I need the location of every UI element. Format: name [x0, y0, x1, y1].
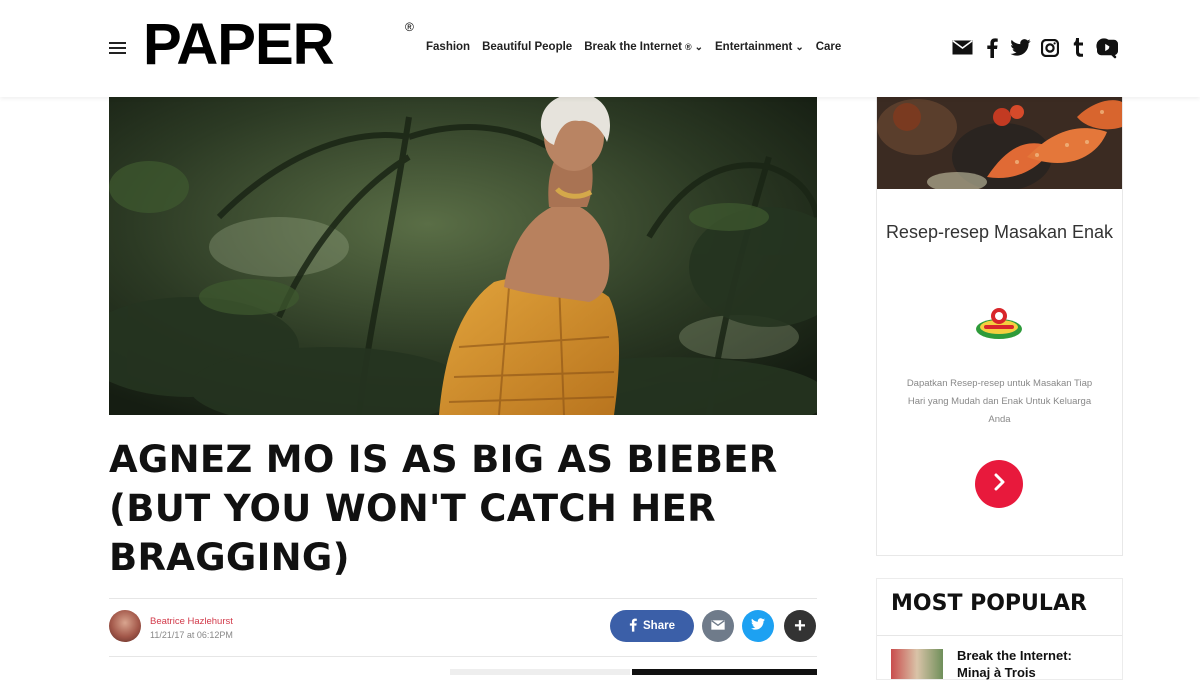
nav-item-fashion[interactable]: Fashion [426, 41, 470, 53]
ad-brand-logo [974, 307, 1024, 341]
chevron-down-icon: ⌄ [694, 41, 704, 53]
author-name[interactable]: Beatrice Hazlehurst [150, 616, 233, 627]
nav-label: Entertainment [715, 41, 793, 53]
registered-mark: ® [405, 20, 414, 34]
facebook-icon[interactable] [981, 37, 1002, 58]
nav-label: Break the Internet [584, 41, 682, 53]
facebook-icon [629, 618, 637, 635]
nav-label: Beautiful People [482, 41, 573, 53]
most-popular-title: MOST POPULAR [891, 591, 1087, 616]
plus-icon: + [794, 615, 806, 637]
article-headline: AGNEZ MO IS AS BIG AS BIEBER (BUT YOU WO… [109, 438, 778, 579]
nav-item-break-the-internet[interactable]: Break the Internet ® ⌄ [584, 41, 703, 53]
most-popular-widget: MOST POPULAR Break the Internet: Minaj à… [876, 578, 1123, 680]
ad-description: Dapatkan Resep-resep untuk Masakan Tiap … [906, 378, 1093, 425]
ad-food-image [877, 97, 1122, 189]
divider [877, 635, 1122, 636]
facebook-share-button[interactable]: Share [610, 610, 694, 642]
info-icon: ® [684, 42, 692, 52]
twitter-icon [751, 617, 765, 635]
email-share-button[interactable] [702, 610, 734, 642]
popular-item-link[interactable]: Break the Internet: Minaj à Trois [957, 647, 1107, 681]
social-links [952, 37, 1118, 58]
ad-cta-button[interactable] [975, 460, 1023, 508]
content-strip [632, 669, 817, 675]
content-strip [450, 669, 630, 675]
chevron-down-icon: ⌄ [795, 41, 804, 53]
hero-image [109, 97, 817, 415]
site-header: PAPER ® Fashion Beautiful People Break t… [0, 0, 1200, 97]
tumblr-icon[interactable] [1068, 37, 1089, 58]
nav-item-care[interactable]: Care [816, 41, 842, 53]
more-share-button[interactable]: + [784, 610, 816, 642]
publish-date: 11/21/17 at 06:12PM [150, 630, 233, 640]
sidebar-ad[interactable]: Resep-resep Masakan Enak Dapatkan Resep-… [876, 97, 1123, 556]
divider [109, 598, 817, 599]
twitter-share-button[interactable] [742, 610, 774, 642]
nav-label: Care [815, 41, 842, 53]
chevron-right-icon [992, 473, 1006, 496]
share-label: Share [643, 620, 675, 632]
nav-label: Fashion [426, 41, 471, 53]
paper-logo[interactable]: PAPER [143, 14, 335, 76]
instagram-icon[interactable] [1039, 37, 1060, 58]
twitter-icon[interactable] [1010, 37, 1031, 58]
main-nav: Fashion Beautiful People Break the Inter… [426, 41, 841, 53]
menu-icon[interactable] [109, 42, 126, 55]
author-avatar[interactable] [109, 610, 141, 642]
nav-item-entertainment[interactable]: Entertainment ⌄ [715, 41, 804, 53]
divider [109, 656, 817, 657]
mail-icon [711, 617, 725, 635]
search-icon[interactable] [1095, 37, 1117, 59]
nav-item-beautiful-people[interactable]: Beautiful People [482, 41, 572, 53]
ad-title[interactable]: Resep-resep Masakan Enak [877, 217, 1122, 247]
mail-icon[interactable] [952, 37, 973, 58]
